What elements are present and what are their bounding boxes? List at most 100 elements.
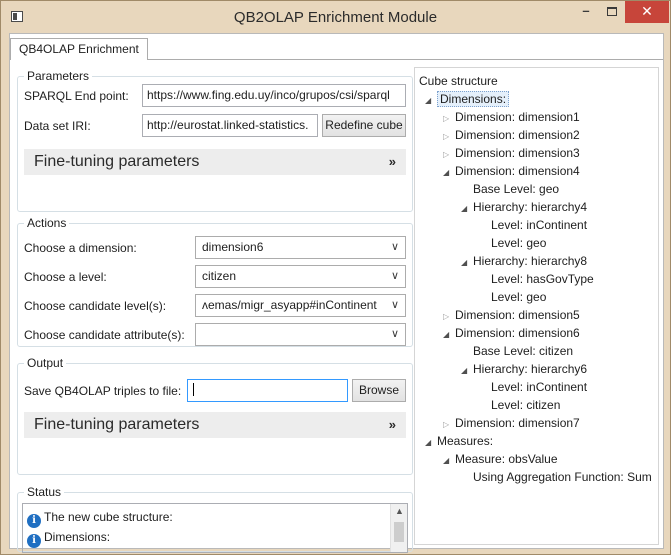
tree-node[interactable]: Level: inContinent bbox=[479, 380, 587, 395]
fine-tuning-expander[interactable]: Fine-tuning parameters » bbox=[24, 149, 406, 175]
output-fine-tuning-expander[interactable]: Fine-tuning parameters » bbox=[24, 412, 406, 438]
tree-node[interactable]: Base Level: citizen bbox=[461, 344, 573, 359]
tree-node[interactable]: ▷ Dimension: dimension5 bbox=[443, 308, 580, 324]
scroll-thumb[interactable] bbox=[394, 522, 404, 542]
chevron-down-icon: ∨ bbox=[390, 241, 399, 253]
tree-node[interactable]: ▷ Dimension: dimension7 bbox=[443, 416, 580, 432]
tree-node[interactable]: Base Level: geo bbox=[461, 182, 559, 197]
cube-structure-panel[interactable]: Cube structure ◢ Dimensions: ▷ Dimension: d… bbox=[414, 67, 659, 545]
status-log[interactable]: iThe new cube structure: iDimensions: i … bbox=[22, 503, 408, 553]
redefine-cube-button[interactable]: Redefine cube bbox=[322, 114, 406, 137]
tree-node-label: Dimension: dimension3 bbox=[455, 146, 580, 160]
close-button[interactable]: ✕ bbox=[625, 1, 669, 23]
tree-node[interactable]: ◢ Measures: bbox=[425, 434, 493, 450]
tree-node[interactable]: Level: geo bbox=[479, 236, 546, 251]
browse-button[interactable]: Browse bbox=[352, 379, 406, 402]
dataset-iri-input[interactable]: http://eurostat.linked-statistics. bbox=[142, 114, 318, 137]
tree-node-label: Level: inContinent bbox=[491, 380, 588, 394]
collapsed-triangle-icon[interactable]: ▷ bbox=[443, 129, 455, 144]
chevron-down-icon: ∨ bbox=[390, 299, 399, 311]
tree-node[interactable]: ◢ Dimensions: bbox=[425, 91, 510, 108]
tree-node-label: Dimension: dimension4 bbox=[455, 164, 580, 178]
tree-node-label: Using Aggregation Function: Sum bbox=[473, 470, 652, 484]
maximize-button[interactable] bbox=[599, 1, 625, 23]
chevron-double-down-icon[interactable]: » bbox=[389, 412, 396, 438]
save-file-input[interactable] bbox=[187, 379, 348, 402]
tree-node-label: Level: geo bbox=[491, 236, 547, 250]
tree-node[interactable]: ◢ Hierarchy: hierarchy8 bbox=[461, 254, 587, 270]
expanded-triangle-icon[interactable]: ◢ bbox=[443, 453, 455, 468]
application-window: QB2OLAP Enrichment Module – ✕ QB4OLAP En… bbox=[0, 0, 671, 555]
choose-dimension-label: Choose a dimension: bbox=[24, 241, 137, 255]
minimize-button[interactable]: – bbox=[573, 1, 599, 23]
sparql-endpoint-label: SPARQL End point: bbox=[24, 89, 129, 103]
level-select[interactable]: citizen ∨ bbox=[195, 265, 406, 288]
client-area: QB4OLAP Enrichment Parameters SPARQL End… bbox=[9, 33, 664, 553]
expanded-triangle-icon[interactable]: ◢ bbox=[425, 93, 437, 108]
scroll-up-icon[interactable]: ▲ bbox=[391, 506, 407, 516]
tree-node[interactable]: ▷ Dimension: dimension2 bbox=[443, 128, 580, 144]
parameters-group: Parameters SPARQL End point: https://www… bbox=[17, 69, 413, 212]
chevron-down-icon: ∨ bbox=[390, 270, 399, 282]
parameters-group-label: Parameters bbox=[24, 69, 93, 83]
tree-node-label: Base Level: citizen bbox=[473, 344, 574, 358]
expanded-triangle-icon[interactable]: ◢ bbox=[461, 255, 473, 270]
tree-node-label: Level: inContinent bbox=[491, 218, 588, 232]
expanded-triangle-icon[interactable]: ◢ bbox=[443, 327, 455, 342]
status-line: i The new cube structure: bbox=[27, 510, 173, 528]
collapsed-triangle-icon[interactable]: ▷ bbox=[443, 111, 455, 126]
tab-qb4olap-enrichment[interactable]: QB4OLAP Enrichment bbox=[10, 38, 148, 60]
collapsed-triangle-icon[interactable]: ▷ bbox=[443, 147, 455, 162]
expanded-triangle-icon[interactable]: ◢ bbox=[461, 201, 473, 216]
tree-node[interactable]: ◢ Hierarchy: hierarchy4 bbox=[461, 200, 587, 216]
sparql-endpoint-input[interactable]: https://www.fing.edu.uy/inco/grupos/csi/… bbox=[142, 84, 406, 107]
chevron-double-down-icon[interactable]: » bbox=[389, 149, 396, 175]
candidate-attribute-select[interactable]: ∨ bbox=[195, 323, 406, 346]
dimension-select[interactable]: dimension6 ∨ bbox=[195, 236, 406, 259]
expanded-triangle-icon[interactable]: ◢ bbox=[425, 435, 437, 450]
status-group-label: Status bbox=[24, 485, 65, 499]
collapsed-triangle-icon[interactable]: ▷ bbox=[443, 417, 455, 432]
info-icon: i bbox=[27, 514, 41, 528]
tree-node-label: Dimensions: bbox=[437, 91, 510, 107]
choose-candidate-attribute-label: Choose candidate attribute(s): bbox=[24, 328, 185, 342]
tree-node-label: Base Level: geo bbox=[473, 182, 560, 196]
tree-node[interactable]: ▷ Dimension: dimension1 bbox=[443, 110, 580, 126]
expanded-triangle-icon[interactable]: ◢ bbox=[443, 165, 455, 180]
actions-group: Actions Choose a dimension: dimension6 ∨… bbox=[17, 216, 413, 347]
expanded-triangle-icon[interactable]: ◢ bbox=[461, 363, 473, 378]
tree-node-label: Hierarchy: hierarchy8 bbox=[473, 254, 588, 268]
fine-tuning-label: Fine-tuning parameters bbox=[34, 153, 200, 170]
status-scrollbar[interactable]: ▲ bbox=[390, 504, 407, 552]
info-icon: i bbox=[27, 534, 41, 548]
tree-node-label: Dimension: dimension6 bbox=[455, 326, 580, 340]
text-caret bbox=[193, 383, 194, 396]
tree-node[interactable]: ▷ Dimension: dimension3 bbox=[443, 146, 580, 162]
dataset-iri-label: Data set IRI: bbox=[24, 119, 91, 133]
tab-content: Parameters SPARQL End point: https://www… bbox=[10, 59, 663, 553]
tree-node-label: Measures: bbox=[437, 434, 494, 448]
status-group: Status i The new cube structure: i Dimensi… bbox=[17, 485, 413, 553]
chevron-down-icon: ∨ bbox=[390, 328, 399, 340]
tree-node[interactable]: Level: inContinent bbox=[479, 218, 587, 233]
actions-group-label: Actions bbox=[24, 216, 70, 230]
tree-node[interactable]: Level: citizen bbox=[479, 398, 560, 413]
candidate-level-select[interactable]: ʌemas/migr_asyapp#inContinent ∨ bbox=[195, 294, 406, 317]
tree-node[interactable]: ◢ Dimension: dimension4 bbox=[443, 164, 580, 180]
minimize-icon: – bbox=[582, 3, 590, 18]
tree-node-label: Level: citizen bbox=[491, 398, 561, 412]
tree-node[interactable]: Level: geo bbox=[479, 290, 546, 305]
collapsed-triangle-icon[interactable]: ▷ bbox=[443, 309, 455, 324]
tree-node-label: Level: geo bbox=[491, 290, 547, 304]
tree-node[interactable]: ◢ Measure: obsValue bbox=[443, 452, 558, 468]
tree-node-label: Level: hasGovType bbox=[491, 272, 594, 286]
tree-node[interactable]: Level: hasGovType bbox=[479, 272, 594, 287]
dimension-select-value: dimension6 bbox=[202, 240, 264, 254]
title-bar[interactable]: QB2OLAP Enrichment Module – ✕ bbox=[1, 1, 670, 33]
tree-node-label: Dimension: dimension2 bbox=[455, 128, 580, 142]
tree-node[interactable]: ◢ Dimension: dimension6 bbox=[443, 326, 580, 342]
choose-candidate-level-label: Choose candidate level(s): bbox=[24, 299, 167, 313]
output-group-label: Output bbox=[24, 356, 67, 370]
tree-node[interactable]: ◢ Hierarchy: hierarchy6 bbox=[461, 362, 587, 378]
tree-node[interactable]: Using Aggregation Function: Sum bbox=[461, 470, 652, 485]
